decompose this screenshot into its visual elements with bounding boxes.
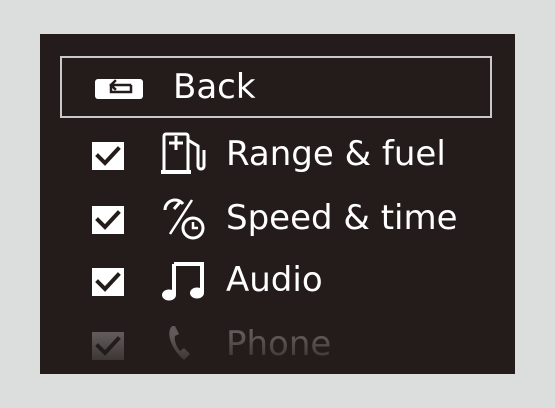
fuel-pump-icon: [161, 132, 206, 174]
back-label: Back: [173, 67, 256, 107]
menu-item-label: Speed & time: [226, 198, 458, 238]
checkbox-checked-icon[interactable]: [92, 206, 124, 234]
menu-item-audio[interactable]: Audio: [40, 252, 515, 308]
menu-item-phone[interactable]: Phone: [40, 316, 515, 372]
checkbox-checked-icon[interactable]: [92, 142, 124, 170]
phone-icon: [169, 326, 190, 360]
checkbox-checked-icon[interactable]: [92, 268, 124, 296]
cluster-display: Back Range & fuel Speed & time Audio Pho…: [40, 34, 515, 374]
music-note-icon: [162, 262, 204, 301]
menu-item-label: Phone: [226, 324, 332, 364]
menu-item-range-fuel[interactable]: Range & fuel: [40, 126, 515, 182]
menu-item-speed-time[interactable]: Speed & time: [40, 190, 515, 246]
speed-time-icon: [163, 198, 205, 240]
menu-item-label: Range & fuel: [226, 134, 446, 174]
menu-item-label: Audio: [226, 260, 323, 300]
back-menu-item[interactable]: Back: [60, 56, 492, 118]
checkbox-checked-icon[interactable]: [92, 332, 124, 360]
back-arrow-icon: [95, 79, 143, 99]
